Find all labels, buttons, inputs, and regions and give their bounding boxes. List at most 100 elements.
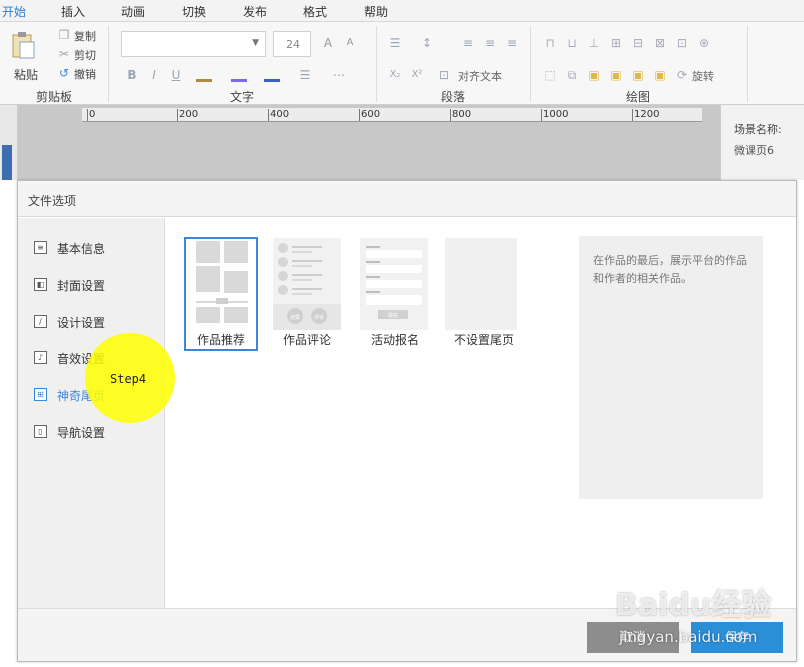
template-label: 活动报名: [370, 333, 419, 347]
font-group-label: 文字: [230, 90, 255, 104]
ruler-label: 600: [361, 109, 381, 120]
menu-bar: 开始 插入 动画 切换 发布 格式 帮助: [0, 0, 804, 22]
bring-front-icon[interactable]: ▣: [609, 68, 623, 82]
align-text-label[interactable]: 对齐文本: [458, 68, 502, 84]
nav-design-settings[interactable]: ∕ 设计设置: [18, 308, 165, 336]
superscript-icon[interactable]: X²: [410, 68, 424, 82]
menu-start[interactable]: 开始: [2, 3, 26, 20]
nav-label: 设计设置: [57, 316, 106, 330]
ruler-label: 400: [270, 109, 290, 120]
increase-font-icon[interactable]: A: [321, 36, 335, 50]
paragraph-group-label: 段落: [441, 90, 466, 104]
nav-label: 封面设置: [57, 279, 106, 293]
line-spacing-icon[interactable]: ↕: [420, 36, 434, 50]
ruler-label: 200: [179, 109, 199, 120]
list-icon: ≡: [34, 241, 47, 254]
align-text-icon[interactable]: ⊡: [437, 68, 451, 82]
cancel-button[interactable]: 取消: [587, 622, 679, 653]
divider: [108, 26, 109, 102]
template-event-signup[interactable]: 报名 活动报名: [360, 238, 434, 350]
ribbon: 粘贴 ❐ 复制 ✂ 剪切 ↺ 撤销 剪贴板 ▼ 24 A A B I U ☰ ⋯…: [0, 22, 804, 105]
align-left-icon[interactable]: ≡: [461, 36, 475, 50]
music-icon: ♪: [34, 351, 47, 364]
line-style-icon[interactable]: ☰: [298, 68, 312, 82]
save-button[interactable]: 保存: [691, 622, 783, 653]
divider: [747, 26, 748, 102]
nav-basic-info[interactable]: ≡ 基本信息: [18, 234, 165, 262]
cut-label[interactable]: 剪切: [74, 47, 96, 63]
cover-icon: ◧: [34, 278, 47, 291]
highlight-color-icon[interactable]: [196, 68, 212, 82]
comment-like-label: 点赞: [290, 314, 300, 321]
dialog-footer: 取消 保存: [18, 608, 796, 661]
italic-icon[interactable]: I: [147, 68, 161, 82]
nav-cover-settings[interactable]: ◧ 封面设置: [18, 271, 165, 299]
bold-icon[interactable]: B: [125, 68, 139, 82]
template-no-endpage[interactable]: 不设置尾页: [445, 238, 519, 350]
menu-format[interactable]: 格式: [303, 3, 327, 20]
undo-icon[interactable]: ↺: [57, 66, 71, 80]
nav-label: 基本信息: [57, 242, 106, 256]
font-size-input[interactable]: 24: [273, 31, 311, 57]
works-recommend-thumbnail: [196, 241, 248, 323]
comment-comment-label: 评论: [314, 314, 324, 321]
chevron-down-icon: ▼: [252, 38, 259, 48]
menu-animation[interactable]: 动画: [121, 3, 145, 20]
align-middle-icon[interactable]: ⊔: [565, 36, 579, 50]
subscript-icon[interactable]: X₂: [388, 68, 402, 82]
template-area: 作品推荐 点赞 评论 作品评论 报名 活动报名 不设置尾页 在作品的最后，展示平…: [166, 218, 796, 608]
slide-thumbnail-strip[interactable]: [0, 105, 18, 180]
font-size-value: 24: [286, 38, 300, 51]
divider: [376, 26, 377, 102]
nav-label: 导航设置: [57, 426, 106, 440]
select-icon[interactable]: ⬚: [543, 68, 557, 82]
ruler-tick: [268, 109, 269, 121]
distribute-h-icon[interactable]: ⊞: [609, 36, 623, 50]
menu-help[interactable]: 帮助: [364, 3, 388, 20]
decrease-font-icon[interactable]: A: [343, 36, 357, 50]
align-right-icon[interactable]: ≡: [505, 36, 519, 50]
signup-button-label: 报名: [388, 312, 398, 319]
ungroup-icon[interactable]: ⊡: [675, 36, 689, 50]
send-backward-icon[interactable]: ▣: [587, 68, 601, 82]
dialog-title: 文件选项: [28, 194, 77, 208]
cut-icon[interactable]: ✂: [57, 47, 71, 61]
font-family-select[interactable]: ▼: [121, 31, 266, 57]
ruler-label: 0: [89, 109, 96, 120]
description-panel: 在作品的最后，展示平台的作品和作者的相关作品。: [579, 236, 763, 499]
align-top-icon[interactable]: ⊓: [543, 36, 557, 50]
menu-transition[interactable]: 切换: [182, 3, 206, 20]
distribute-v-icon[interactable]: ⊟: [631, 36, 645, 50]
copy-icon[interactable]: ❐: [57, 28, 71, 42]
group-icon[interactable]: ⊠: [653, 36, 667, 50]
font-color-icon[interactable]: [264, 68, 280, 82]
paste-button[interactable]: [10, 30, 36, 60]
rotate-icon[interactable]: ⟳: [675, 68, 689, 82]
ruler-tick: [541, 109, 542, 121]
layer-icon[interactable]: ▣: [653, 68, 667, 82]
clipboard-group-label: 剪贴板: [36, 90, 73, 104]
lock-icon[interactable]: ⊕: [697, 36, 711, 50]
copy-label[interactable]: 复制: [74, 28, 96, 44]
menu-publish[interactable]: 发布: [243, 3, 267, 20]
align-center-icon[interactable]: ≡: [483, 36, 497, 50]
rotate-label[interactable]: 旋转: [692, 68, 714, 84]
bullet-list-icon[interactable]: ☰: [388, 36, 402, 50]
nav-navigation-settings[interactable]: ▯ 导航设置: [18, 418, 165, 446]
send-back-icon[interactable]: ▣: [631, 68, 645, 82]
fill-color-icon[interactable]: [231, 68, 247, 82]
template-works-comment[interactable]: 点赞 评论 作品评论: [273, 238, 347, 350]
scene-name-value[interactable]: 微课页6: [734, 142, 774, 158]
underline-icon[interactable]: U: [169, 68, 183, 82]
ruler-label: 800: [452, 109, 472, 120]
dash-style-icon[interactable]: ⋯: [332, 68, 346, 82]
ruler-tick: [177, 109, 178, 121]
template-label: 不设置尾页: [453, 333, 514, 347]
nav-icon: ▯: [34, 425, 47, 438]
undo-label[interactable]: 撤销: [74, 66, 96, 82]
menu-insert[interactable]: 插入: [61, 3, 85, 20]
bring-forward-icon[interactable]: ⧉: [565, 68, 579, 82]
template-works-recommend[interactable]: 作品推荐: [184, 237, 258, 351]
align-bottom-icon[interactable]: ⊥: [587, 36, 601, 50]
grid-icon: ⊞: [34, 388, 47, 401]
